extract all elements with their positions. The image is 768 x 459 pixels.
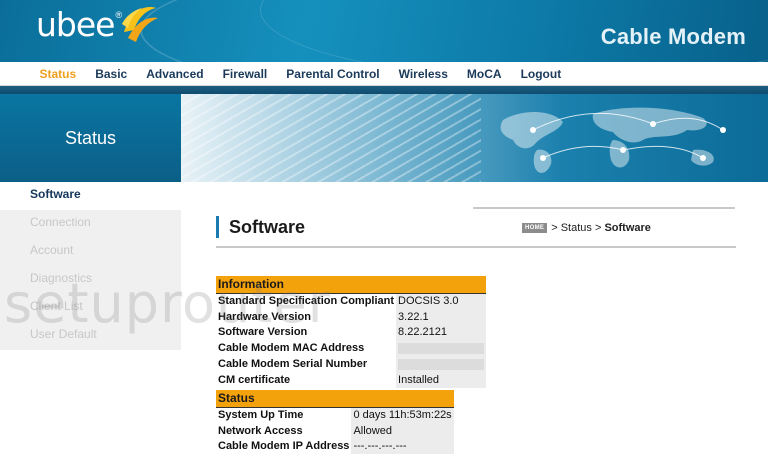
header-bar: ubee ® Cable Modem [0,0,768,62]
sidebar-item-diagnostics[interactable]: Diagnostics [0,266,181,294]
nav-wireless[interactable]: Wireless [389,62,457,86]
banner-stripes [181,94,481,182]
row-value: Allowed [351,422,454,439]
ubee-logo: ubee ® [36,6,160,50]
sidebar-menu: Software Connection Account Diagnostics … [0,182,181,350]
nav-advanced[interactable]: Advanced [137,62,213,86]
row-value [396,356,487,372]
sidebar-item-client-list[interactable]: Client List [0,294,181,322]
status-table: Status System Up Time 0 days 11h:53m:22s… [216,390,454,455]
nav-status[interactable]: Status [30,62,86,86]
section-title: Status [64,127,117,148]
sidebar-item-connection[interactable]: Connection [0,210,181,238]
main-nav: Status Basic Advanced Firewall Parental … [0,62,768,86]
breadcrumb-current: Software [604,222,651,234]
world-map-icon [500,107,726,173]
table-header: Status [216,390,454,408]
breadcrumb-divider [473,207,735,209]
nav-firewall[interactable]: Firewall [213,62,277,86]
breadcrumb-separator: > [594,222,602,234]
table-row: CM certificate Installed [216,371,487,388]
fish-logo-icon [122,7,159,42]
row-value: 8.22.2121 [396,324,487,341]
information-table: Information Standard Specification Compl… [216,276,487,388]
row-label: CM certificate [216,371,397,388]
device-title: Cable Modem [600,24,746,49]
row-label: Cable Modem IP Address [216,438,352,455]
nav-moca[interactable]: MoCA [457,62,511,86]
row-label: Cable Modem Serial Number [216,356,397,372]
nav-parental-control[interactable]: Parental Control [277,62,389,86]
sidebar-item-software[interactable]: Software [0,182,181,210]
logo-text: ubee [36,5,115,44]
table-row: Hardware Version 3.22.1 [216,308,487,325]
redacted-value [398,342,485,354]
row-value: 3.22.1 [396,308,487,325]
page-title: Software [216,216,305,238]
table-row: Network Access Allowed [216,422,454,439]
table-row: Software Version 8.22.2121 [216,324,487,341]
row-value: DOCSIS 3.0 [396,293,487,309]
status-header: Status [216,390,454,408]
sidebar-item-account[interactable]: Account [0,238,181,266]
home-icon[interactable]: HOME [522,223,548,233]
nav-basic[interactable]: Basic [86,62,137,86]
banner-graphic [181,94,768,182]
breadcrumb: HOME > Status > Software [522,222,651,234]
information-header: Information [216,276,487,294]
table-row: System Up Time 0 days 11h:53m:22s [216,407,454,423]
sidebar-item-user-default[interactable]: User Default [0,322,181,350]
section-banner: Status [0,94,181,182]
row-label: System Up Time [216,407,352,423]
row-label: Cable Modem MAC Address [216,340,397,357]
table-row: Standard Specification Compliant DOCSIS … [216,293,487,309]
nav-divider [0,86,768,94]
breadcrumb-separator: > [551,222,558,234]
table-row: Cable Modem MAC Address [216,340,487,357]
table-header: Information [216,276,487,294]
row-label: Standard Specification Compliant [216,293,397,309]
row-value: 0 days 11h:53m:22s [351,407,454,423]
row-value [396,340,487,357]
redacted-value [398,358,485,370]
table-row: Cable Modem IP Address ---.---.---.--- [216,438,454,455]
row-label: Network Access [216,422,352,439]
title-divider [216,246,736,248]
row-value: ---.---.---.--- [351,438,454,455]
table-row: Cable Modem Serial Number [216,356,487,372]
row-label: Hardware Version [216,308,397,325]
nav-logout[interactable]: Logout [511,62,571,86]
row-label: Software Version [216,324,397,341]
row-value: Installed [396,371,487,388]
breadcrumb-parent[interactable]: Status [561,222,592,234]
